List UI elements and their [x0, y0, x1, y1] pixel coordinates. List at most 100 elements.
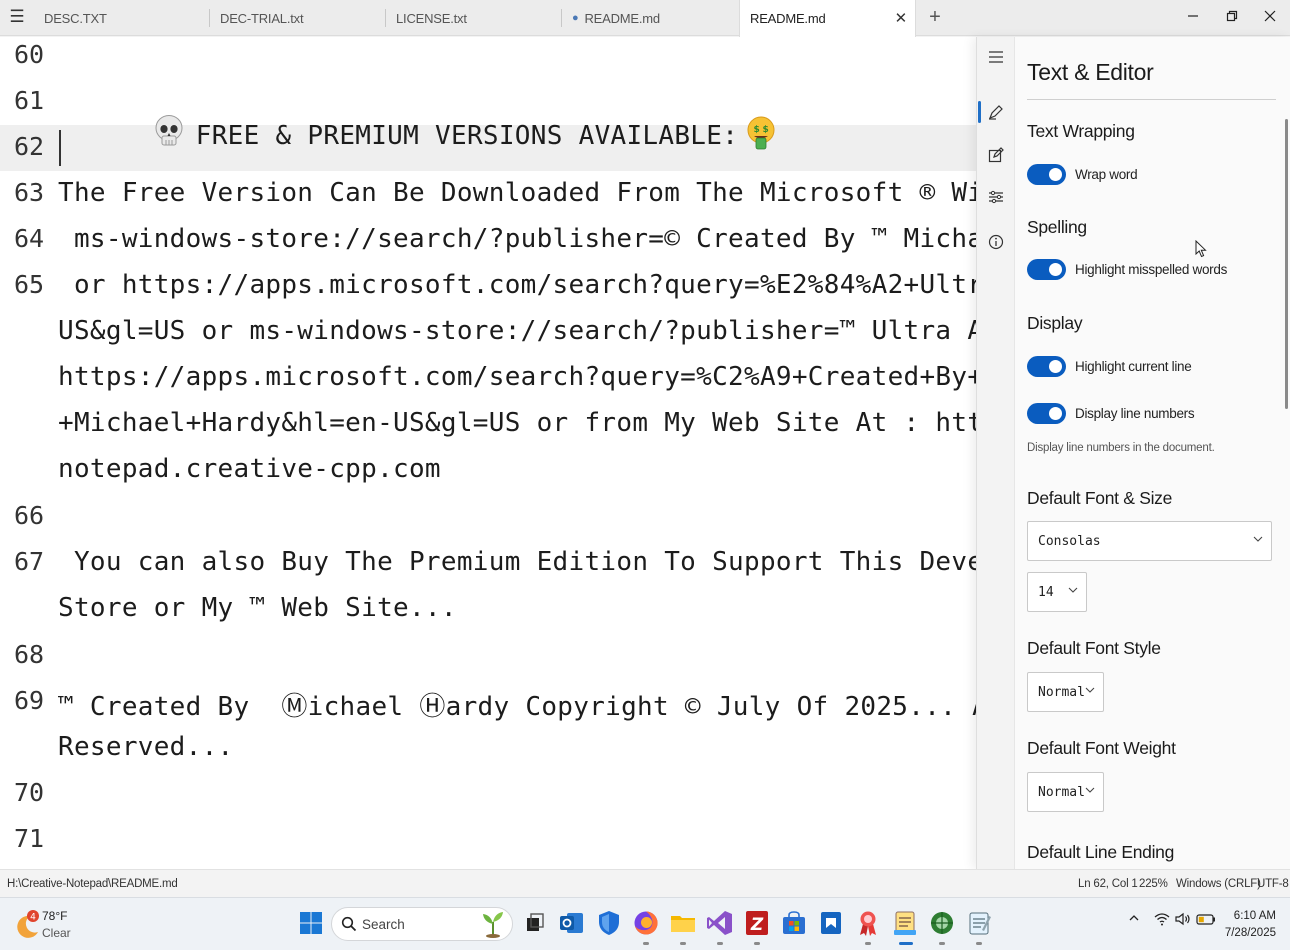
clock-time: 6:10 AM [1233, 910, 1276, 922]
settings-title: Text & Editor [1027, 59, 1154, 85]
ai-assistant-icon[interactable] [927, 908, 957, 938]
pinned-app-blue-icon[interactable] [816, 908, 846, 938]
settings-menu-icon[interactable] [985, 46, 1007, 68]
tab-bar: ☰ DESC.TXT DEC-TRIAL.txt LICENSE.txt ● R… [0, 0, 1290, 37]
wrap-word-toggle[interactable] [1027, 163, 1066, 185]
running-indicator [717, 942, 723, 945]
title-divider [1027, 99, 1276, 100]
tab-label: README.md [584, 10, 660, 26]
font-size-dropdown[interactable]: 14 [1027, 572, 1087, 612]
chevron-down-icon [1253, 536, 1263, 542]
creative-notepad-icon[interactable] [890, 908, 920, 938]
tab-label: LICENSE.txt [396, 10, 467, 26]
line-number: 63 [14, 178, 45, 207]
line-ending-status[interactable]: Windows (CRLF) [1176, 878, 1261, 890]
award-ribbon-icon[interactable] [853, 908, 883, 938]
chevron-down-icon [1085, 787, 1095, 793]
running-indicator [939, 942, 945, 945]
text-caret [59, 130, 61, 166]
section-spelling: Spelling [1027, 217, 1087, 237]
cursor-position[interactable]: Ln 62, Col 1 [1078, 878, 1138, 890]
editor-line-65-wrap: https://apps.microsoft.com/search?query=… [58, 362, 976, 392]
editor-line-65: or https://apps.microsoft.com/search?que… [73, 270, 976, 300]
tab-desc[interactable]: DESC.TXT [34, 0, 210, 36]
battery-icon[interactable] [1196, 912, 1216, 929]
status-bar: H:\Creative-Notepad\README.md Ln 62, Col… [0, 869, 1290, 897]
close-window-icon[interactable] [1257, 4, 1283, 30]
file-explorer-folder-icon[interactable] [668, 908, 698, 938]
highlight-misspelled-toggle[interactable] [1027, 258, 1066, 280]
skull-emoji-icon [155, 115, 183, 146]
hamburger-menu-icon[interactable]: ☰ [6, 6, 28, 28]
font-style-dropdown[interactable]: Normal [1027, 672, 1104, 712]
weather-condition: Clear [42, 926, 71, 940]
line-number: 70 [14, 778, 45, 807]
weather-moon-icon: 4 [17, 910, 39, 938]
taskbar-search[interactable]: Search [331, 907, 513, 941]
tab-dec-trial[interactable]: DEC-TRIAL.txt [210, 0, 386, 36]
filezilla-icon[interactable]: Z [742, 908, 772, 938]
search-label: Search [362, 917, 405, 932]
tab-license[interactable]: LICENSE.txt [386, 0, 562, 36]
display-line-numbers-hint: Display line numbers in the document. [1027, 442, 1215, 454]
highlight-misspelled-label: Highlight misspelled words [1075, 261, 1228, 277]
show-hidden-icons-chevron-icon[interactable] [1128, 912, 1140, 927]
line-number: 61 [14, 86, 45, 115]
encoding-status[interactable]: UTF-8 [1257, 878, 1289, 890]
wrap-word-label: Wrap word [1075, 166, 1138, 182]
outlook-icon[interactable] [557, 908, 587, 938]
editor-line-67-wrap: Store or My ™ Web Site... [58, 593, 457, 623]
display-line-numbers-label: Display line numbers [1075, 405, 1195, 421]
volume-icon[interactable] [1175, 912, 1191, 929]
toggle-knob [1049, 167, 1062, 181]
highlight-current-line-toggle[interactable] [1027, 355, 1066, 377]
windows-start-icon[interactable] [296, 908, 326, 938]
running-indicator [680, 942, 686, 945]
highlight-current-line-label: Highlight current line [1075, 358, 1192, 374]
notepad-editor-icon[interactable] [964, 908, 994, 938]
wrap-word-row: Wrap word [1027, 162, 1138, 186]
info-icon[interactable] [985, 231, 1007, 253]
chevron-down-icon [1068, 587, 1078, 593]
settings-panel: Text & Editor Text Wrapping Wrap word Sp… [976, 37, 1290, 869]
line-text: FREE & PREMIUM VERSIONS AVAILABLE: [195, 121, 739, 151]
task-view-icon[interactable] [520, 908, 550, 938]
tab-label: DEC-TRIAL.txt [220, 10, 304, 26]
new-tab-plus-icon[interactable]: + [924, 4, 946, 30]
editor-line-64: ms-windows-store://search/?publisher=© C… [73, 224, 976, 254]
line-number: 69 [14, 686, 45, 715]
zoom-level[interactable]: 225% [1139, 878, 1168, 890]
clock-date: 7/28/2025 [1224, 927, 1276, 939]
tab-readme-active[interactable]: README.md ✕ [739, 0, 916, 37]
svg-text:$: $ [754, 125, 761, 135]
defender-shield-icon[interactable] [594, 908, 624, 938]
visual-studio-icon[interactable] [705, 908, 735, 938]
section-default-font-style: Default Font Style [1027, 638, 1161, 658]
sliders-icon[interactable] [985, 186, 1007, 208]
weather-temperature: 78°F [42, 909, 68, 923]
active-app-indicator [899, 942, 913, 945]
text-editor[interactable]: 60 61 62 63 64 65 66 67 68 69 70 71 FREE… [0, 37, 976, 869]
line-number: 71 [14, 824, 45, 853]
text-editor-settings-icon[interactable] [985, 101, 1007, 123]
system-clock[interactable]: 6:10 AM 7/28/2025 [1225, 908, 1276, 942]
editor-line-67: You can also Buy The Premium Edition To … [73, 547, 976, 577]
line-number: 68 [14, 640, 45, 669]
font-family-dropdown[interactable]: Consolas [1027, 521, 1272, 561]
active-nav-indicator [978, 101, 981, 123]
firefox-icon[interactable] [631, 908, 661, 938]
settings-scrollbar[interactable] [1285, 119, 1288, 409]
tab-readme-modified[interactable]: ● README.md [562, 0, 738, 36]
edit-note-icon[interactable] [985, 144, 1007, 166]
font-weight-dropdown[interactable]: Normal [1027, 772, 1104, 812]
restore-icon[interactable] [1219, 4, 1245, 30]
line-number: 65 [14, 270, 45, 299]
minimize-icon[interactable] [1180, 4, 1206, 30]
microsoft-store-icon[interactable] [779, 908, 809, 938]
running-indicator [865, 942, 871, 945]
display-line-numbers-toggle[interactable] [1027, 402, 1066, 424]
weather-widget[interactable]: 4 78°F Clear [14, 906, 94, 944]
running-indicator [754, 942, 760, 945]
wifi-icon[interactable] [1154, 912, 1170, 929]
close-tab-icon[interactable]: ✕ [895, 9, 908, 27]
